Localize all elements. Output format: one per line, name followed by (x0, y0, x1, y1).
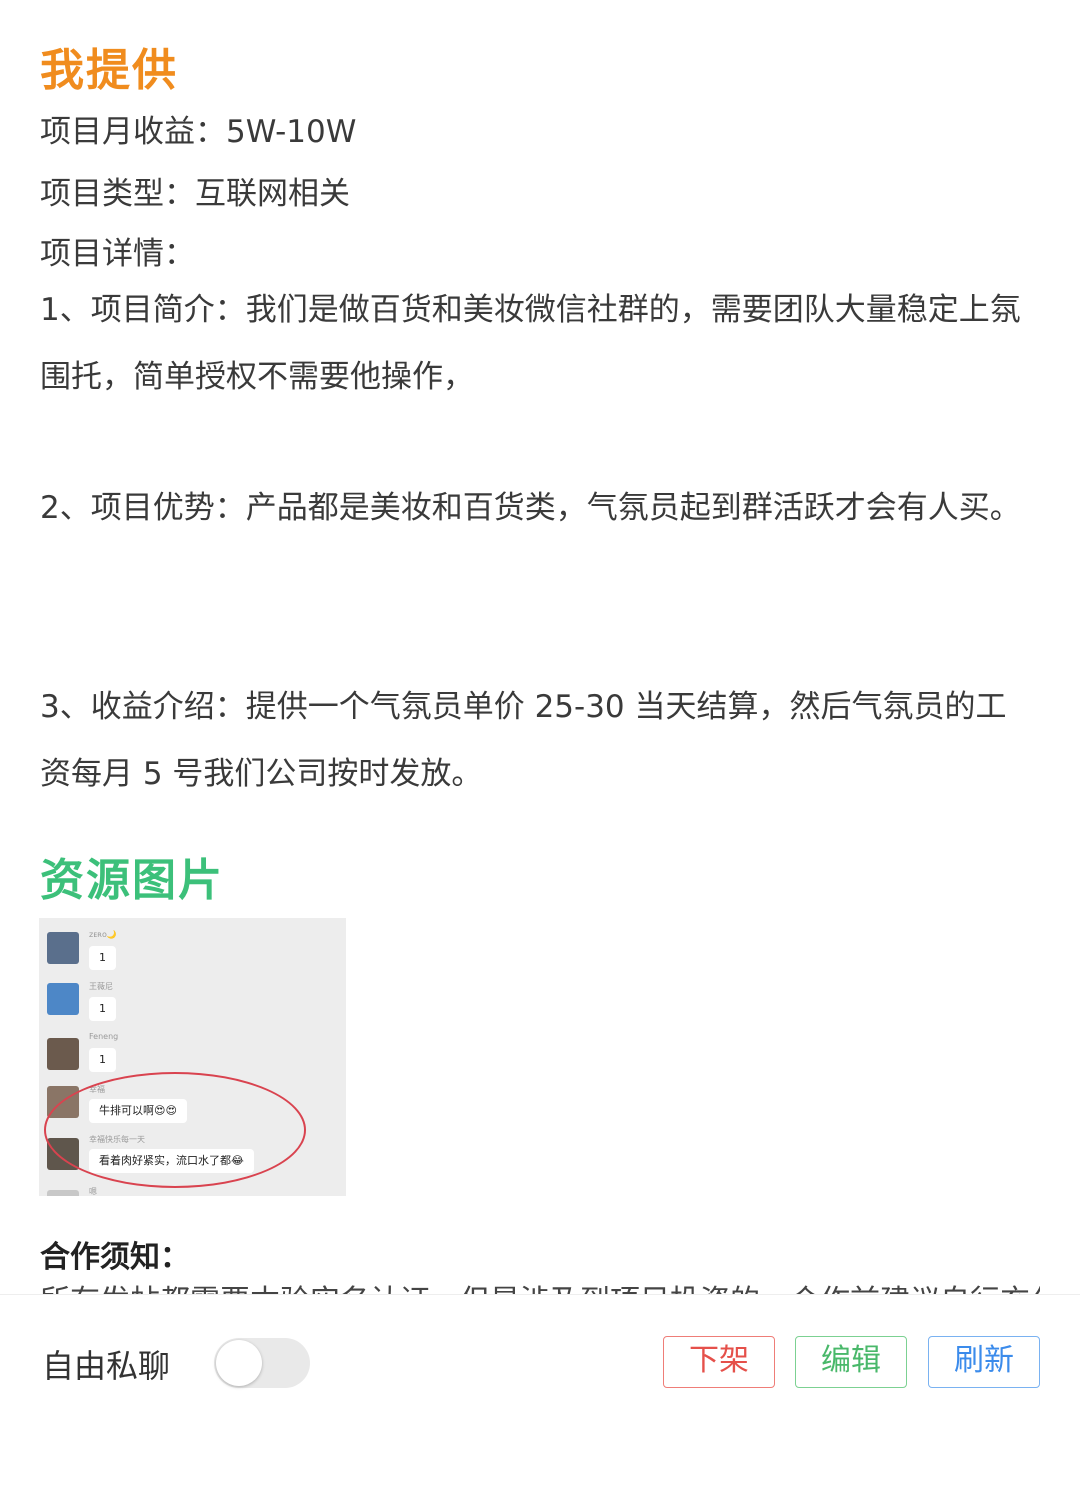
provide-title: 我提供 (40, 45, 178, 96)
avatar (47, 983, 79, 1015)
monthly-income: 项目月收益：5W-10W (40, 114, 357, 150)
private-chat-label: 自由私聊 (42, 1347, 171, 1385)
bottom-action-bar: 自由私聊 下架 编辑 刷新 (0, 1294, 1080, 1501)
chat-nickname: ᴢᴇʀᴏ🌙 (89, 930, 117, 939)
delist-button[interactable]: 下架 (663, 1336, 775, 1388)
resource-images-title: 资源图片 (40, 855, 224, 906)
cooperation-notice-text: 所有发帖都需要本验实名认证，但是涉及到项目投资的，合作前建议自行充分 (40, 1276, 1040, 1294)
chat-nickname: 王薇尼 (89, 982, 113, 991)
chat-bubble: 1 (89, 997, 116, 1021)
chat-bubble: 1 (89, 946, 116, 970)
detail-paragraph-intro: 1、项目简介：我们是做百货和美妆微信社群的，需要团队大量稳定上氛围托，简单授权不… (40, 292, 1021, 395)
edit-button[interactable]: 编辑 (795, 1336, 907, 1388)
private-chat-toggle[interactable] (214, 1338, 310, 1388)
detail-paragraph-income: 3、收益介绍：提供一个气氛员单价 25-30 当天结算，然后气氛员的工资每月 5… (40, 689, 1007, 792)
detail-paragraph-advantage: 2、项目优势：产品都是美妆和百货类，气氛员起到群活跃才会有人买。 (40, 490, 1021, 526)
project-type: 项目类型：互联网相关 (40, 176, 350, 212)
refresh-button[interactable]: 刷新 (928, 1336, 1040, 1388)
cooperation-notice-title: 合作须知： (40, 1240, 190, 1275)
toggle-knob (216, 1340, 262, 1386)
chat-nickname: Feneng (89, 1032, 119, 1041)
project-details-label: 项目详情： (40, 236, 195, 272)
highlight-circle (44, 1072, 306, 1188)
avatar (47, 932, 79, 964)
avatar (47, 1038, 79, 1070)
resource-image[interactable]: ᴢᴇʀᴏ🌙 1 王薇尼 1 Feneng 1 幸福 牛排可以啊😍😍 幸福快乐每一… (39, 918, 346, 1196)
chat-nickname: 嗯 (89, 1187, 97, 1196)
chat-bubble: 1 (89, 1048, 116, 1072)
avatar (47, 1190, 79, 1196)
